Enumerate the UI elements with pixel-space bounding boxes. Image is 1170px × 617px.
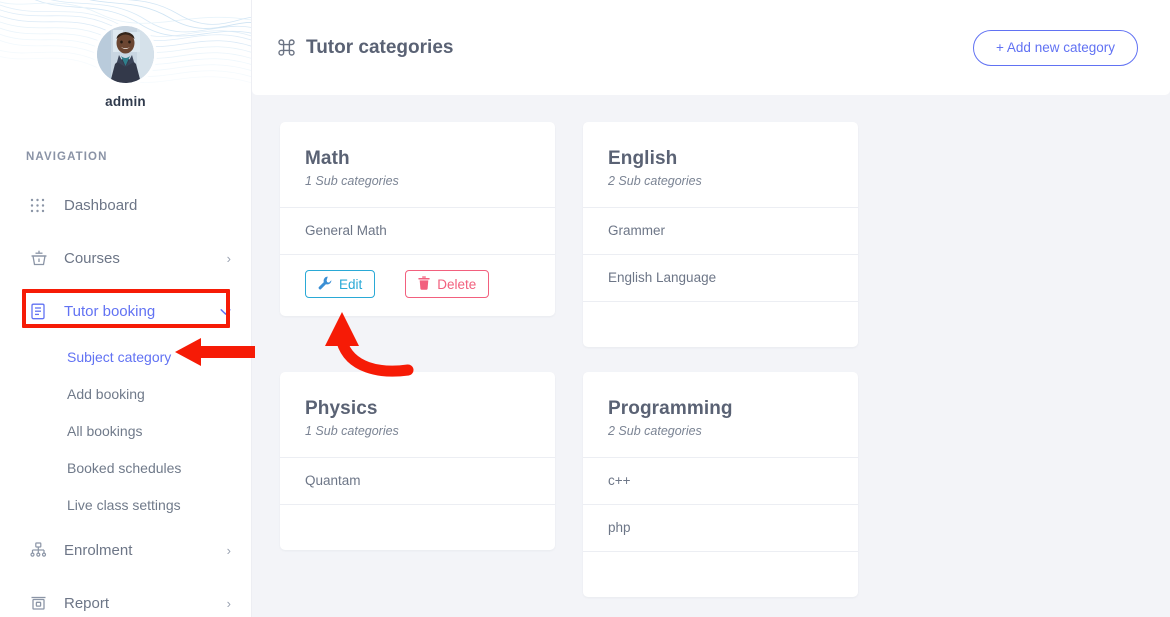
category-card: English 2 Sub categories Grammer English…	[583, 122, 858, 347]
chevron-right-icon: ›	[226, 250, 231, 266]
trash-icon	[418, 275, 430, 293]
sidebar-sub-label: Booked schedules	[67, 459, 182, 476]
subcategory-row: php	[583, 504, 858, 551]
subcategory-row: General Math	[280, 207, 555, 254]
avatar	[97, 26, 154, 83]
chevron-right-icon: ›	[226, 595, 231, 611]
subcategory-row: c++	[583, 457, 858, 504]
sidebar-sub-label: Subject category	[67, 348, 172, 365]
card-empty-row	[583, 551, 858, 597]
command-icon	[277, 38, 296, 57]
sidebar-item-label: Dashboard	[64, 196, 138, 214]
sidebar-item-enrolment[interactable]: Enrolment ›	[0, 530, 251, 570]
edit-button-label: Edit	[339, 276, 363, 292]
sidebar-item-label: Courses	[64, 249, 120, 267]
sidebar-item-add-booking[interactable]: Add booking	[0, 375, 251, 412]
edit-button[interactable]: Edit	[305, 270, 376, 298]
sidebar-item-label: Tutor booking	[64, 302, 156, 320]
subcategory-row: Grammer	[583, 207, 858, 254]
grid-dots-icon	[30, 198, 52, 213]
sidebar-item-booked-schedules[interactable]: Booked schedules	[0, 449, 251, 486]
main-content: Tutor categories + Add new category Math…	[252, 0, 1170, 617]
chevron-down-icon	[220, 305, 231, 318]
app-root: admin NAVIGATION Dashboard Courses › Tut…	[0, 0, 1170, 617]
subcategory-row: Quantam	[280, 457, 555, 504]
nav-heading: NAVIGATION	[26, 151, 108, 163]
sidebar-item-live-class-settings[interactable]: Live class settings	[0, 486, 251, 523]
card-actions: Edit Delete	[280, 254, 555, 316]
sidebar-item-all-bookings[interactable]: All bookings	[0, 412, 251, 449]
card-header: Physics 1 Sub categories	[280, 372, 555, 457]
card-header: English 2 Sub categories	[583, 122, 858, 207]
sidebar-item-dashboard[interactable]: Dashboard	[0, 185, 251, 225]
card-subcategory-count: 1 Sub categories	[305, 424, 399, 438]
document-list-icon	[30, 303, 52, 320]
card-title: Physics	[305, 398, 378, 419]
delete-button[interactable]: Delete	[405, 270, 490, 298]
category-card: Physics 1 Sub categories Quantam	[280, 372, 555, 550]
sidebar-nav: Dashboard Courses › Tutor booking Subjec…	[0, 185, 251, 617]
sidebar-item-report[interactable]: Report ›	[0, 583, 251, 617]
sidebar-item-subject-category[interactable]: Subject category	[0, 338, 251, 375]
sidebar: admin NAVIGATION Dashboard Courses › Tut…	[0, 0, 252, 617]
card-empty-row	[583, 301, 858, 347]
archive-box-icon	[30, 595, 52, 611]
subcategory-row: English Language	[583, 254, 858, 301]
sitemap-icon	[30, 542, 52, 558]
card-subcategory-count: 2 Sub categories	[608, 424, 702, 438]
profile-block: admin	[0, 0, 251, 109]
sidebar-sub-label: All bookings	[67, 422, 143, 439]
add-new-category-button[interactable]: + Add new category	[973, 29, 1138, 66]
chevron-right-icon: ›	[226, 542, 231, 558]
category-card: Math 1 Sub categories General Math Edit	[280, 122, 555, 316]
sidebar-item-tutor-booking[interactable]: Tutor booking	[0, 291, 251, 331]
card-title: Math	[305, 148, 350, 169]
delete-button-label: Delete	[437, 276, 477, 292]
card-empty-row	[280, 504, 555, 550]
card-title: Programming	[608, 398, 733, 419]
basket-icon	[30, 249, 52, 267]
profile-username: admin	[105, 94, 146, 109]
sidebar-sub-label: Live class settings	[67, 496, 181, 513]
card-header: Programming 2 Sub categories	[583, 372, 858, 457]
card-subcategory-count: 2 Sub categories	[608, 174, 702, 188]
page-header-bar: Tutor categories + Add new category	[252, 0, 1170, 95]
sidebar-item-label: Enrolment	[64, 541, 133, 559]
page-title: Tutor categories	[277, 37, 453, 59]
wrench-icon	[318, 276, 332, 293]
sidebar-item-courses[interactable]: Courses ›	[0, 238, 251, 278]
sidebar-item-label: Report	[64, 594, 110, 612]
card-title: English	[608, 148, 678, 169]
page-title-text: Tutor categories	[306, 36, 454, 58]
user-avatar-photo-icon	[97, 26, 154, 83]
card-subcategory-count: 1 Sub categories	[305, 174, 399, 188]
sidebar-sub-label: Add booking	[67, 385, 145, 402]
card-header: Math 1 Sub categories	[280, 122, 555, 207]
category-cards-grid: Math 1 Sub categories General Math Edit	[252, 95, 1170, 617]
category-card: Programming 2 Sub categories c++ php	[583, 372, 858, 597]
